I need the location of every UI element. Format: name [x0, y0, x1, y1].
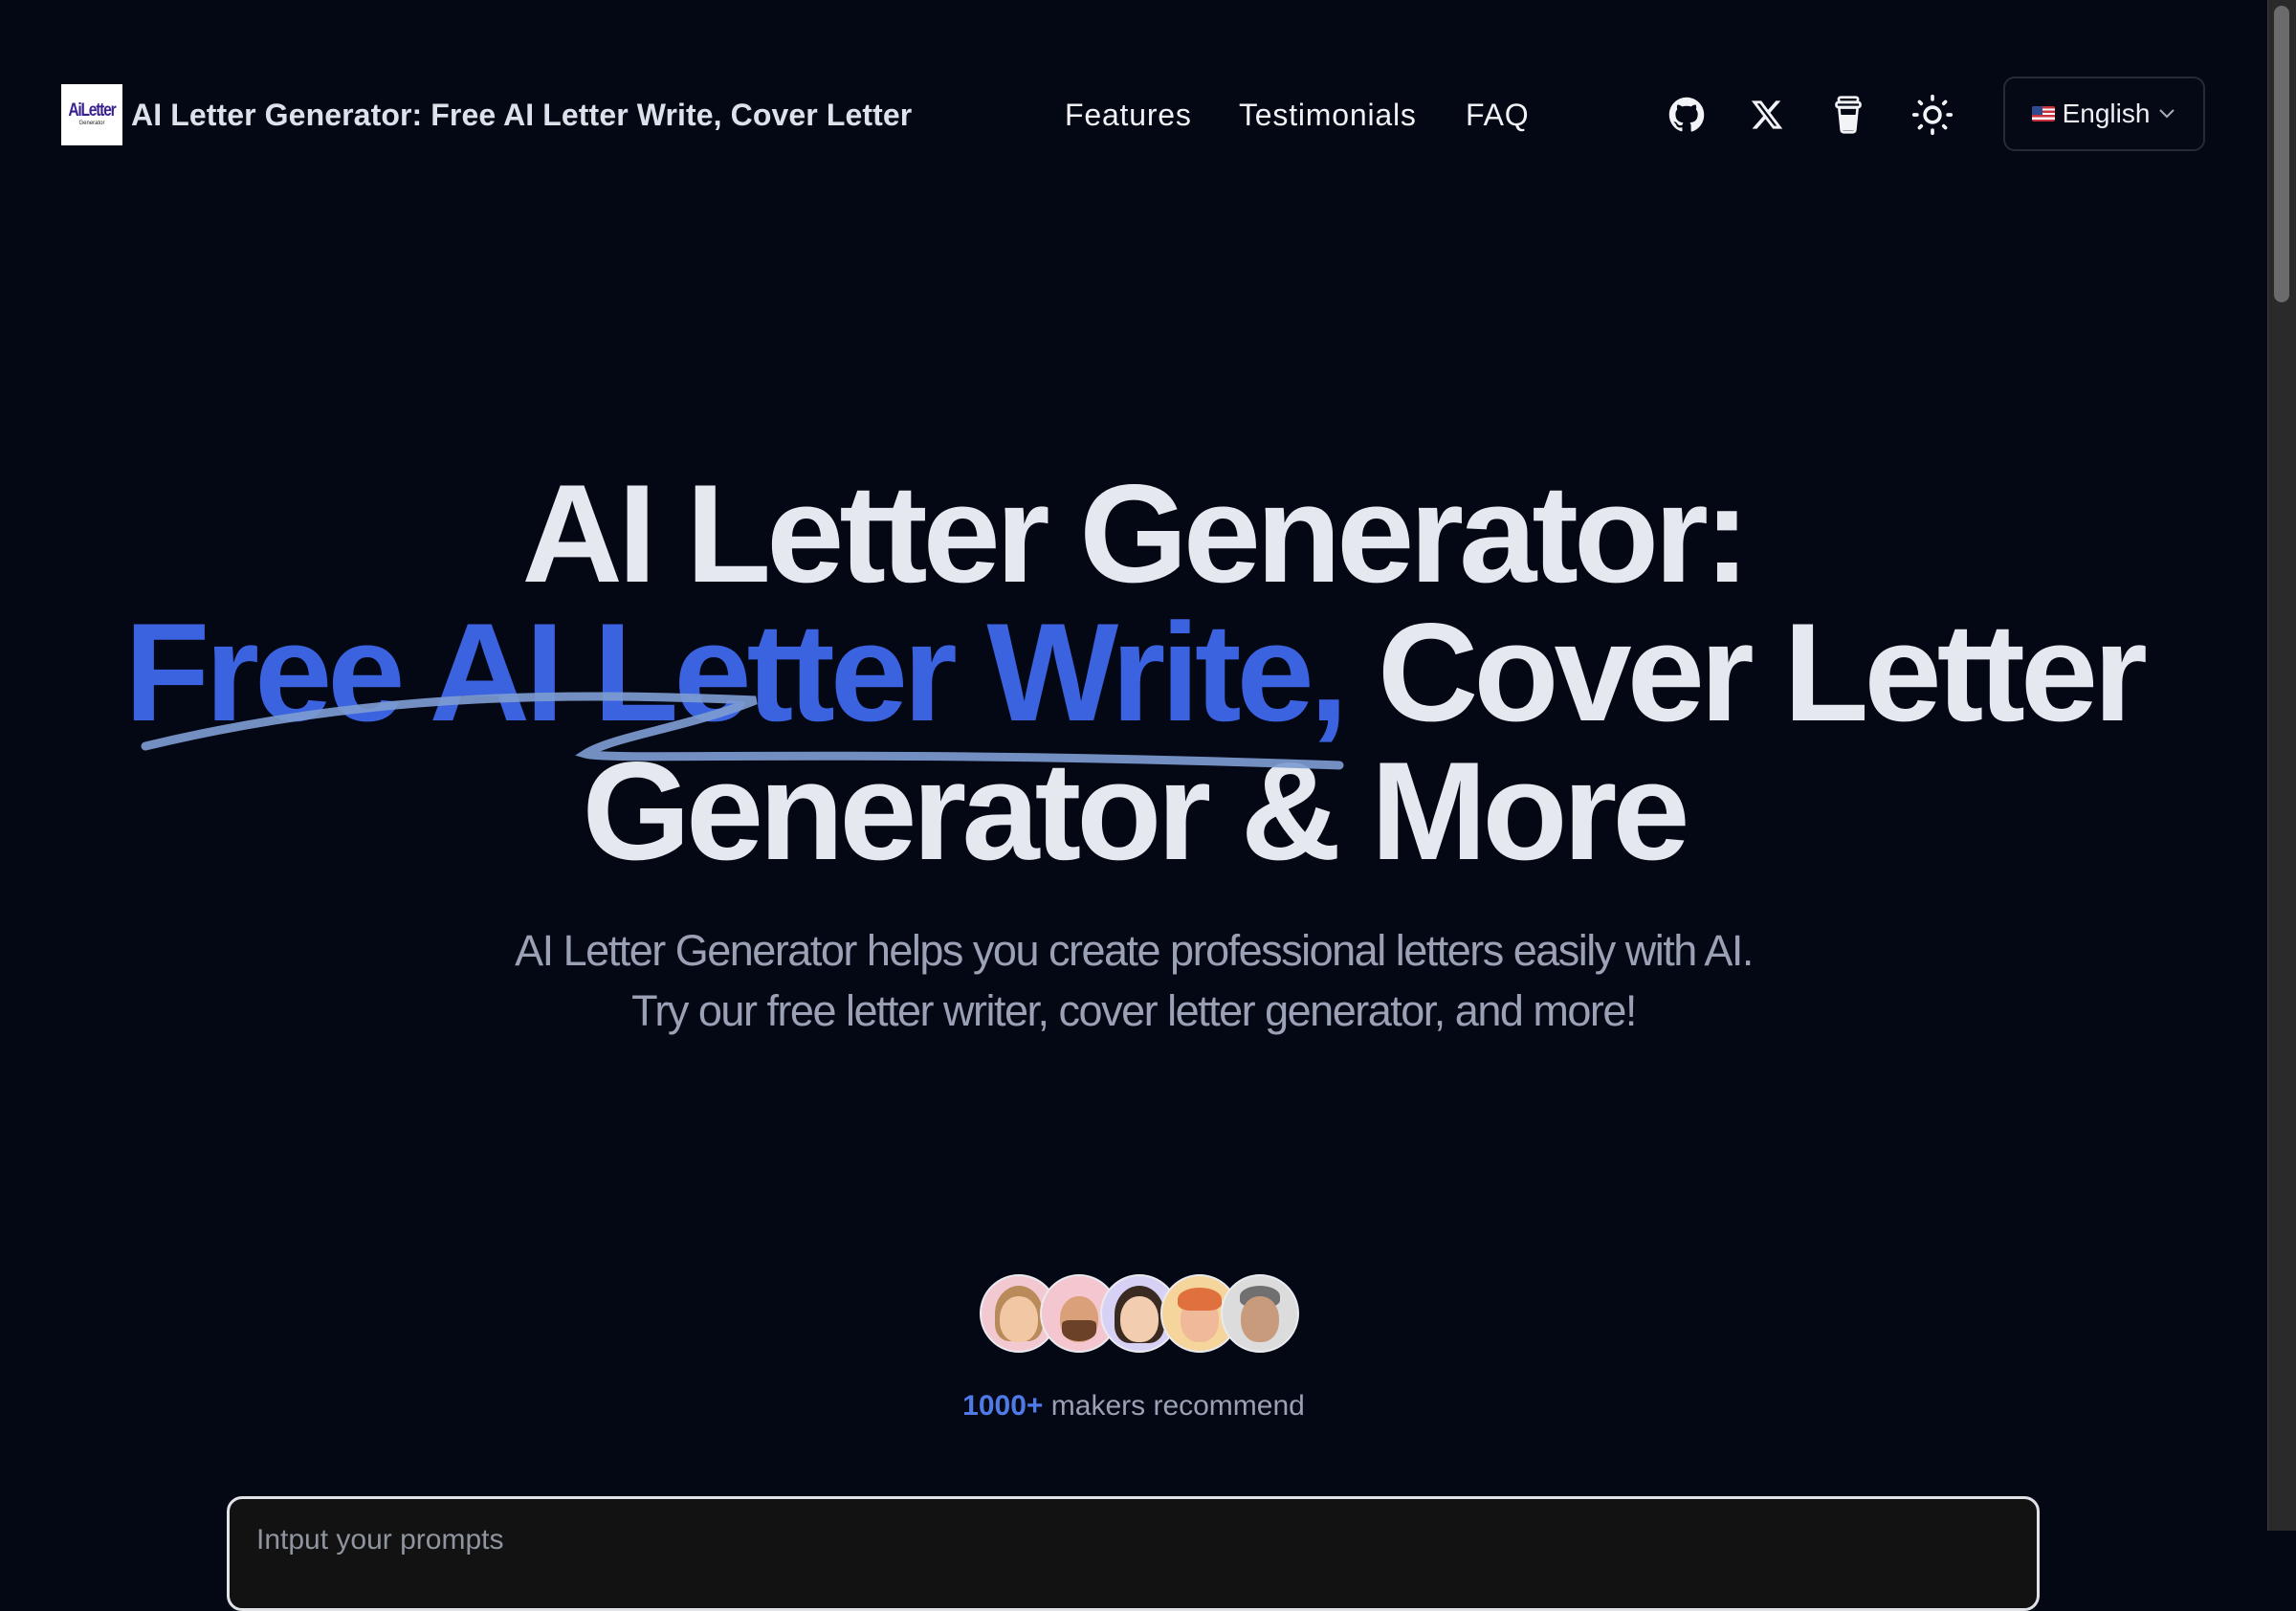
theme-toggle-button[interactable] [1911, 94, 1954, 136]
hero-title-text-3: Generator & More [582, 733, 1689, 889]
nav-testimonials[interactable]: Testimonials [1239, 96, 1417, 134]
brand-title[interactable]: AI Letter Generator: Free AI Letter Writ… [131, 96, 912, 134]
us-flag-icon [2031, 106, 2055, 121]
github-icon [1668, 97, 1705, 132]
hero-title-text-2: Cover Letter [1377, 594, 2148, 750]
logo[interactable]: AiLetter Generator [61, 84, 122, 145]
social-proof: 1000+ makers recommend [0, 1385, 2267, 1427]
prompt-input[interactable] [254, 1520, 1980, 1560]
github-button[interactable] [1666, 94, 1708, 136]
logo-text: AiLetter [68, 100, 116, 121]
hero-title-line2: Free AI Letter Write, Cover Letter [0, 603, 2267, 742]
hero-title-line1: AI Letter Generator: [0, 464, 2267, 604]
hero-title-text-1: AI Letter Generator: [521, 455, 1750, 611]
prompt-box[interactable] [227, 1496, 2040, 1611]
hero-title-accent: Free AI Letter Write, [124, 594, 1348, 750]
buy-me-coffee-button[interactable] [1827, 94, 1869, 136]
hero-subtitle-line1: AI Letter Generator helps you create pro… [515, 926, 1754, 975]
makers-count: 1000+ [962, 1390, 1044, 1422]
nav-features[interactable]: Features [1065, 96, 1192, 134]
avatar-group [980, 1274, 1299, 1353]
chevron-down-icon [2159, 109, 2175, 119]
hero-title-line3: Generator & More [0, 741, 2267, 881]
nav-faq[interactable]: FAQ [1466, 96, 1529, 134]
avatar [1221, 1274, 1299, 1353]
coffee-cup-icon [1835, 96, 1862, 134]
logo-subtext: Generator [78, 121, 105, 126]
makers-text: makers recommend [1050, 1390, 1305, 1422]
language-select[interactable]: English [2003, 77, 2205, 151]
sun-theme-icon [1911, 94, 1954, 136]
scrollbar-thumb[interactable] [2274, 6, 2289, 302]
language-label: English [2062, 99, 2151, 128]
x-twitter-icon [1751, 100, 1783, 129]
x-twitter-button[interactable] [1746, 94, 1788, 136]
hero-subtitle-line2: Try our free letter writer, cover letter… [631, 986, 1637, 1035]
